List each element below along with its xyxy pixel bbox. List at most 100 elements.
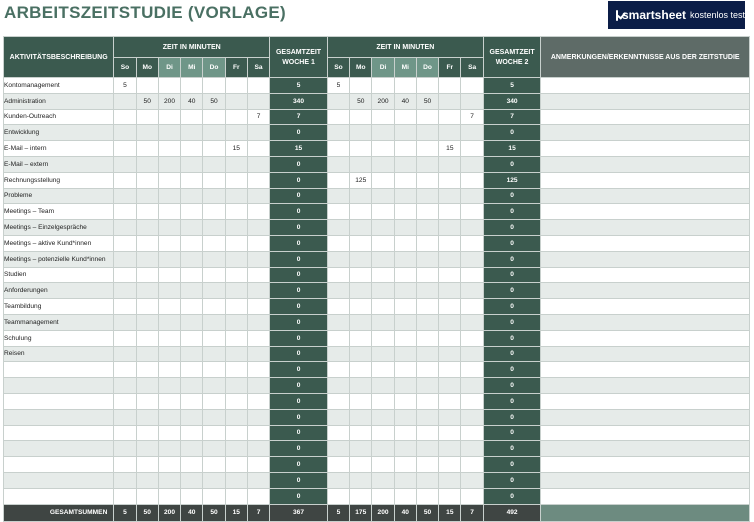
minutes-cell-w1[interactable] bbox=[180, 456, 204, 473]
minutes-cell-w1[interactable] bbox=[157, 408, 182, 426]
minutes-cell-w2[interactable] bbox=[460, 313, 484, 331]
minutes-cell-w1[interactable] bbox=[224, 329, 248, 347]
minutes-cell-w2[interactable] bbox=[349, 392, 373, 410]
minutes-cell-w2[interactable] bbox=[371, 124, 395, 142]
minutes-cell-w1[interactable] bbox=[180, 377, 204, 394]
minutes-cell-w1[interactable] bbox=[246, 282, 271, 300]
minutes-cell-w2[interactable] bbox=[460, 424, 484, 442]
minutes-cell-w2[interactable] bbox=[438, 77, 462, 94]
minutes-cell-w1[interactable] bbox=[224, 408, 248, 426]
minutes-cell-w2[interactable] bbox=[438, 155, 462, 173]
minutes-cell-w2[interactable] bbox=[371, 77, 395, 94]
minutes-cell-w2[interactable] bbox=[415, 108, 440, 126]
minutes-cell-w1[interactable] bbox=[180, 392, 204, 410]
minutes-cell-w1[interactable] bbox=[202, 298, 226, 315]
minutes-cell-w1[interactable] bbox=[135, 456, 159, 473]
minutes-cell-w2[interactable] bbox=[326, 440, 351, 458]
minutes-cell-w1[interactable] bbox=[224, 345, 248, 363]
minutes-cell-w2[interactable] bbox=[438, 361, 462, 379]
minutes-cell-w2[interactable] bbox=[371, 440, 395, 458]
minutes-cell-w2[interactable] bbox=[460, 377, 484, 394]
minutes-cell-w2[interactable] bbox=[415, 219, 440, 236]
minutes-cell-w2[interactable] bbox=[438, 266, 462, 284]
notes-cell[interactable] bbox=[540, 424, 750, 442]
minutes-cell-w2[interactable] bbox=[326, 140, 351, 157]
minutes-cell-w2[interactable] bbox=[349, 124, 373, 142]
minutes-cell-w2[interactable] bbox=[460, 140, 484, 157]
minutes-cell-w1[interactable] bbox=[246, 77, 271, 94]
minutes-cell-w2[interactable] bbox=[371, 471, 395, 489]
minutes-cell-w2[interactable] bbox=[371, 424, 395, 442]
minutes-cell-w1[interactable] bbox=[202, 392, 226, 410]
minutes-cell-w1[interactable] bbox=[180, 424, 204, 442]
minutes-cell-w1[interactable] bbox=[246, 250, 271, 268]
notes-cell[interactable] bbox=[540, 471, 750, 489]
minutes-cell-w2[interactable] bbox=[349, 487, 373, 505]
minutes-cell-w2[interactable] bbox=[393, 377, 417, 394]
minutes-cell-w2[interactable] bbox=[438, 392, 462, 410]
minutes-cell-w1[interactable] bbox=[202, 282, 226, 300]
minutes-cell-w1[interactable] bbox=[246, 424, 271, 442]
minutes-cell-w1[interactable] bbox=[180, 155, 204, 173]
minutes-cell-w1[interactable] bbox=[224, 219, 248, 236]
minutes-cell-w2[interactable] bbox=[438, 250, 462, 268]
notes-cell[interactable] bbox=[540, 92, 750, 110]
notes-cell[interactable] bbox=[540, 108, 750, 126]
minutes-cell-w1[interactable] bbox=[246, 361, 271, 379]
minutes-cell-w2[interactable] bbox=[326, 345, 351, 363]
minutes-cell-w2[interactable] bbox=[371, 345, 395, 363]
minutes-cell-w1[interactable] bbox=[202, 377, 226, 394]
minutes-cell-w2[interactable] bbox=[438, 108, 462, 126]
activity-cell[interactable] bbox=[2, 392, 115, 410]
minutes-cell-w1[interactable] bbox=[157, 219, 182, 236]
minutes-cell-w1[interactable] bbox=[202, 140, 226, 157]
minutes-cell-w1[interactable] bbox=[246, 329, 271, 347]
minutes-cell-w1[interactable] bbox=[135, 424, 159, 442]
minutes-cell-w1[interactable] bbox=[224, 203, 248, 221]
activity-cell[interactable]: Teambildung bbox=[2, 298, 115, 315]
minutes-cell-w2[interactable] bbox=[438, 424, 462, 442]
minutes-cell-w1[interactable] bbox=[135, 392, 159, 410]
minutes-cell-w2[interactable] bbox=[371, 234, 395, 252]
notes-cell[interactable] bbox=[540, 440, 750, 458]
minutes-cell-w2[interactable] bbox=[393, 219, 417, 236]
minutes-cell-w2[interactable]: 5 bbox=[326, 77, 351, 94]
activity-cell[interactable]: Meetings – Team bbox=[2, 203, 115, 221]
minutes-cell-w2[interactable] bbox=[393, 456, 417, 473]
minutes-cell-w2[interactable] bbox=[438, 377, 462, 394]
minutes-cell-w2[interactable] bbox=[393, 250, 417, 268]
minutes-cell-w1[interactable] bbox=[113, 171, 137, 189]
minutes-cell-w2[interactable] bbox=[415, 298, 440, 315]
minutes-cell-w1[interactable] bbox=[202, 250, 226, 268]
minutes-cell-w1[interactable] bbox=[224, 108, 248, 126]
minutes-cell-w2[interactable] bbox=[393, 345, 417, 363]
minutes-cell-w1[interactable] bbox=[113, 377, 137, 394]
minutes-cell-w1[interactable] bbox=[157, 313, 182, 331]
minutes-cell-w2[interactable] bbox=[438, 203, 462, 221]
minutes-cell-w1[interactable] bbox=[202, 313, 226, 331]
minutes-cell-w2[interactable] bbox=[393, 313, 417, 331]
minutes-cell-w1[interactable] bbox=[113, 108, 137, 126]
minutes-cell-w2[interactable] bbox=[415, 187, 440, 205]
minutes-cell-w2[interactable] bbox=[415, 456, 440, 473]
minutes-cell-w2[interactable] bbox=[415, 266, 440, 284]
minutes-cell-w2[interactable] bbox=[326, 266, 351, 284]
minutes-cell-w1[interactable] bbox=[113, 487, 137, 505]
minutes-cell-w2[interactable] bbox=[460, 487, 484, 505]
minutes-cell-w1[interactable] bbox=[224, 392, 248, 410]
minutes-cell-w1[interactable] bbox=[246, 219, 271, 236]
activity-cell[interactable]: Kontomanagement bbox=[2, 77, 115, 94]
minutes-cell-w2[interactable] bbox=[371, 361, 395, 379]
minutes-cell-w1[interactable] bbox=[180, 171, 204, 189]
minutes-cell-w1[interactable] bbox=[180, 313, 204, 331]
minutes-cell-w1[interactable] bbox=[113, 392, 137, 410]
minutes-cell-w1[interactable] bbox=[202, 108, 226, 126]
minutes-cell-w2[interactable] bbox=[415, 124, 440, 142]
minutes-cell-w1[interactable] bbox=[113, 471, 137, 489]
minutes-cell-w2[interactable] bbox=[326, 219, 351, 236]
minutes-cell-w2[interactable] bbox=[438, 124, 462, 142]
minutes-cell-w1[interactable] bbox=[180, 471, 204, 489]
minutes-cell-w1[interactable] bbox=[224, 282, 248, 300]
minutes-cell-w2[interactable] bbox=[438, 298, 462, 315]
minutes-cell-w2[interactable] bbox=[371, 155, 395, 173]
